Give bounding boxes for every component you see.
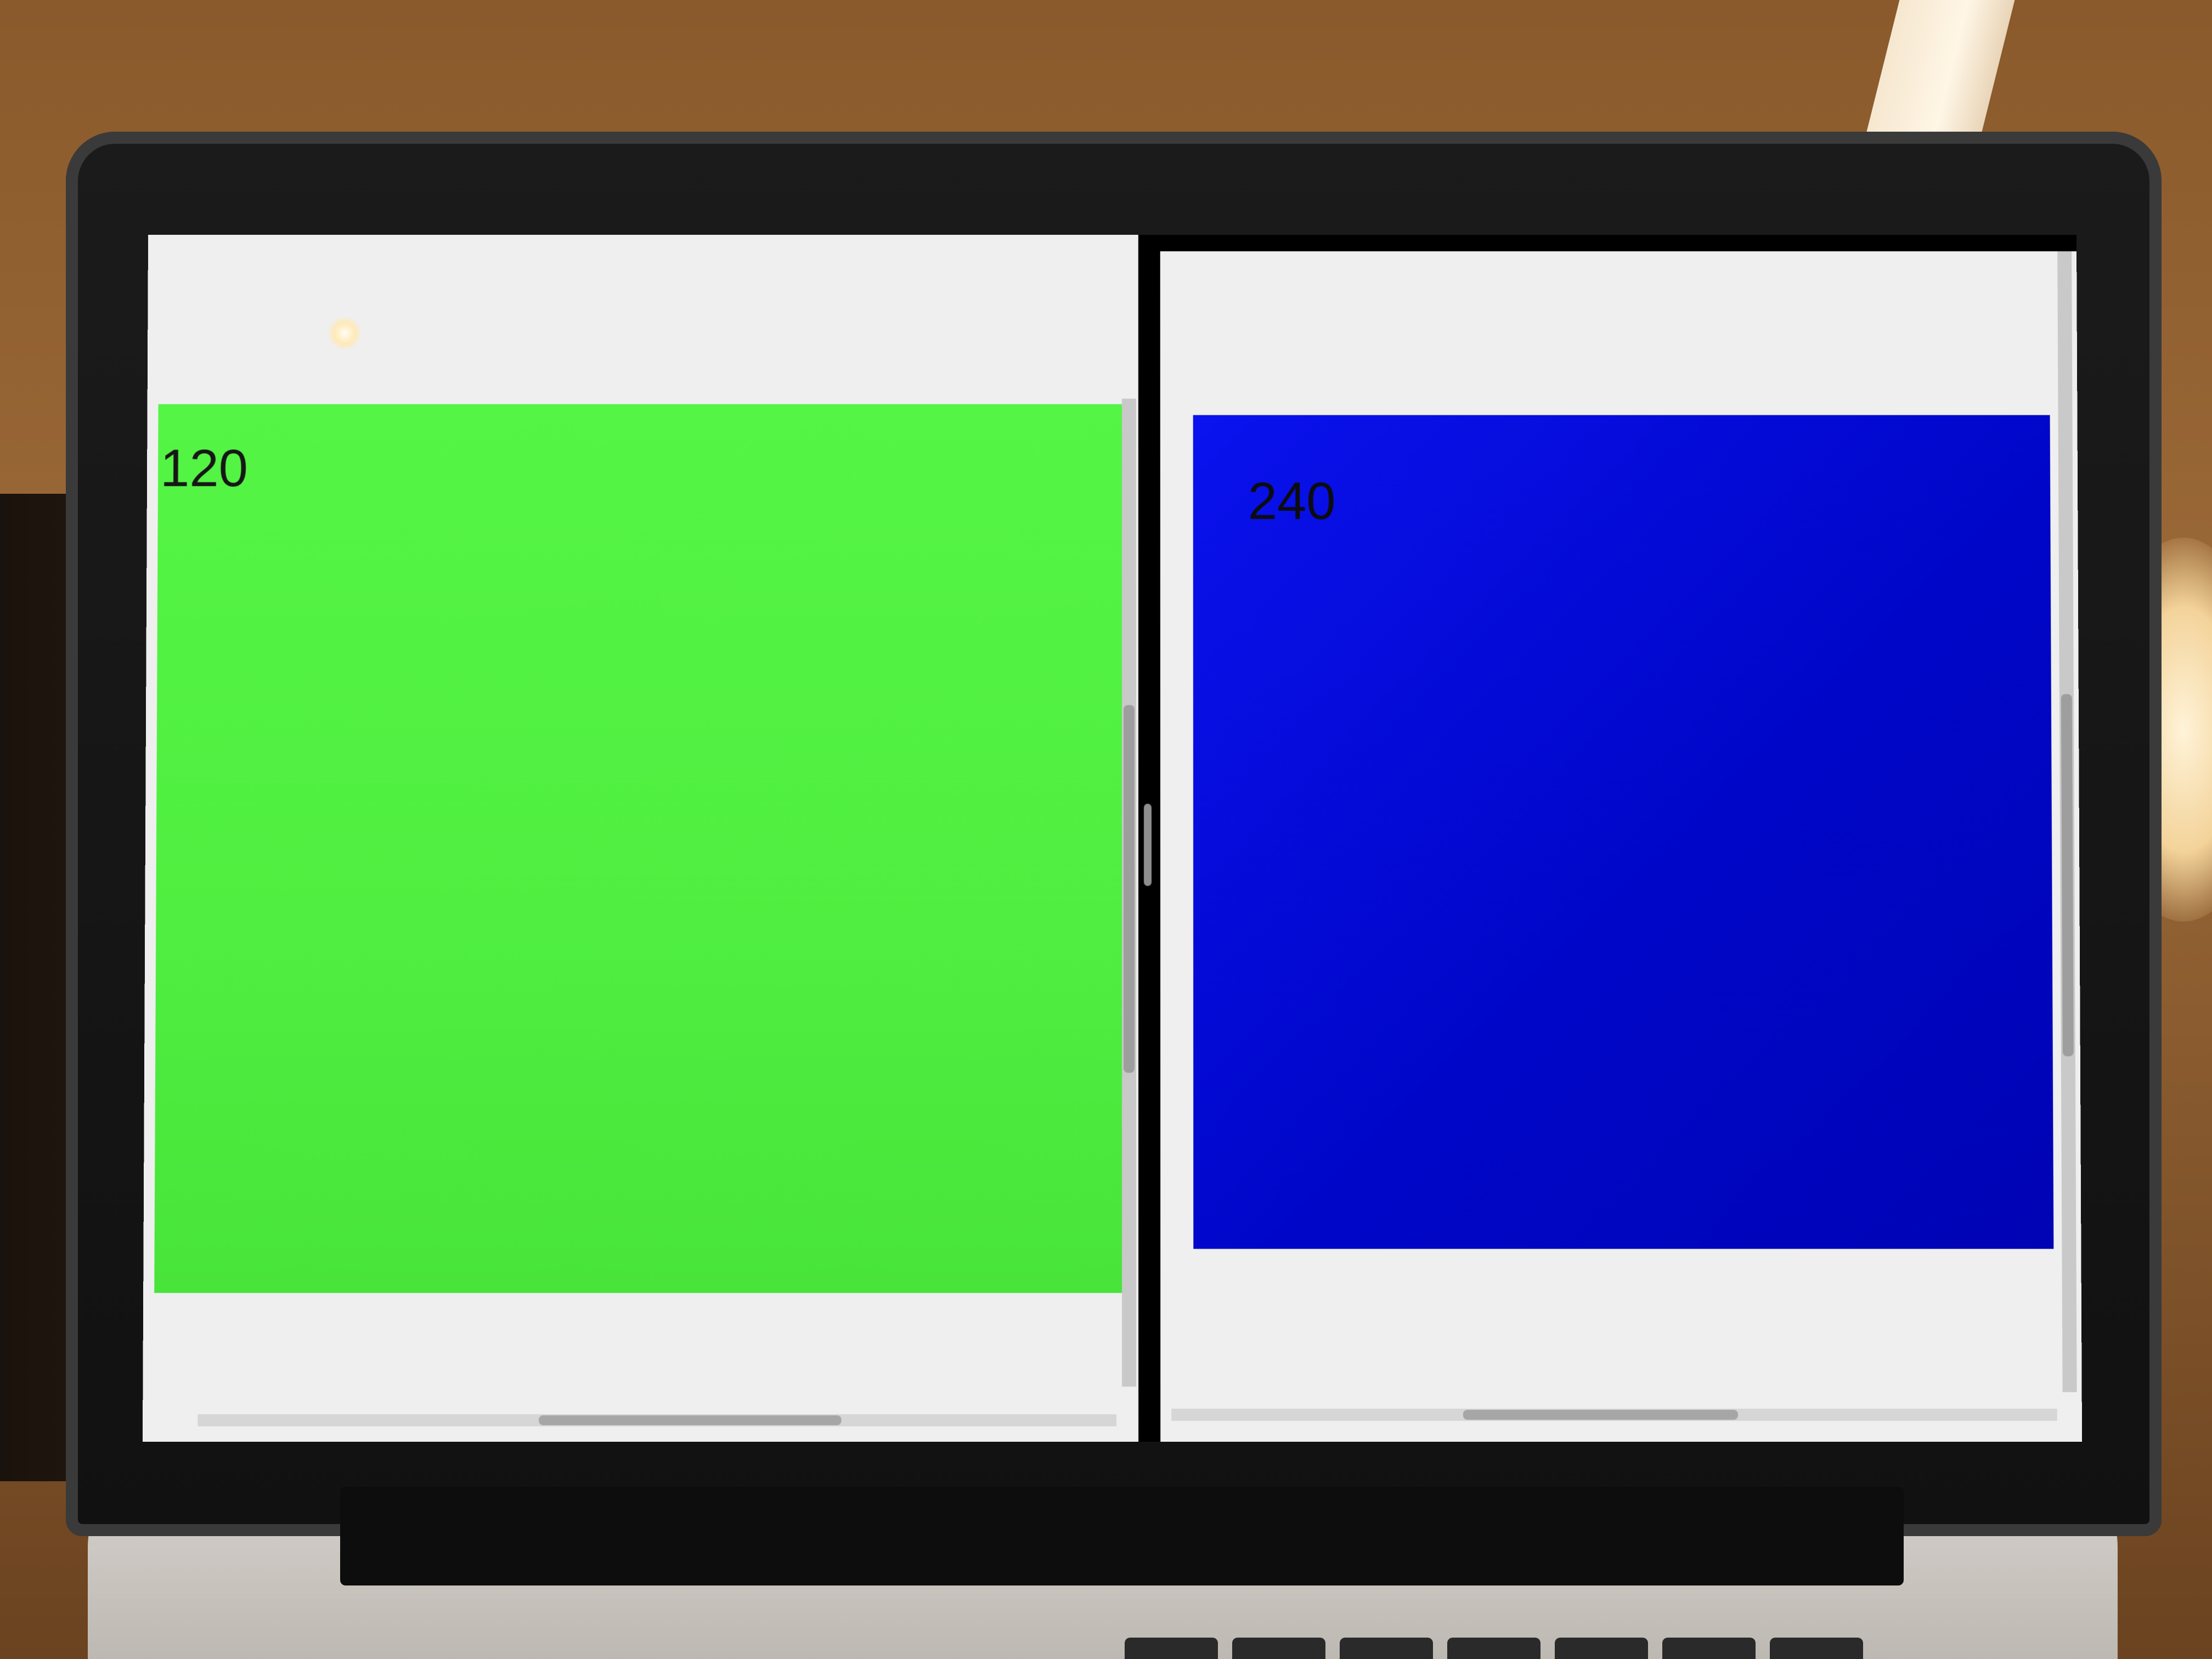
- horizontal-scrollbar[interactable]: [1171, 1409, 2057, 1421]
- keyboard-key: [1770, 1638, 1863, 1659]
- light-reflection: [328, 317, 361, 349]
- panel-value-label: 120: [160, 442, 248, 495]
- color-panel-green: 120: [154, 404, 1122, 1293]
- color-panel-blue: 240: [1193, 415, 2054, 1249]
- laptop-hinge: [340, 1487, 1904, 1585]
- scrollbar-thumb[interactable]: [2061, 694, 2074, 1056]
- keyboard-row: [1125, 1638, 1863, 1659]
- photo-scene: 120 240: [0, 0, 2212, 1659]
- keyboard-key: [1447, 1638, 1541, 1659]
- keyboard-key: [1555, 1638, 1648, 1659]
- left-window[interactable]: 120: [143, 235, 1138, 1442]
- laptop-screen: 120 240: [143, 235, 2082, 1442]
- horizontal-scrollbar[interactable]: [198, 1414, 1116, 1426]
- panel-value-label: 240: [1248, 475, 1336, 528]
- keyboard-key: [1232, 1638, 1325, 1659]
- keyboard-key: [1662, 1638, 1756, 1659]
- split-view-divider-handle[interactable]: [1144, 804, 1152, 886]
- vertical-scrollbar[interactable]: [1122, 399, 1136, 1387]
- keyboard-key: [1125, 1638, 1218, 1659]
- scrollbar-thumb[interactable]: [1463, 1410, 1738, 1420]
- scrollbar-thumb[interactable]: [1124, 705, 1135, 1073]
- vertical-scrollbar[interactable]: [2057, 251, 2076, 1392]
- keyboard-key: [1340, 1638, 1433, 1659]
- right-window[interactable]: 240: [1160, 251, 2082, 1442]
- scrollbar-thumb[interactable]: [539, 1415, 842, 1425]
